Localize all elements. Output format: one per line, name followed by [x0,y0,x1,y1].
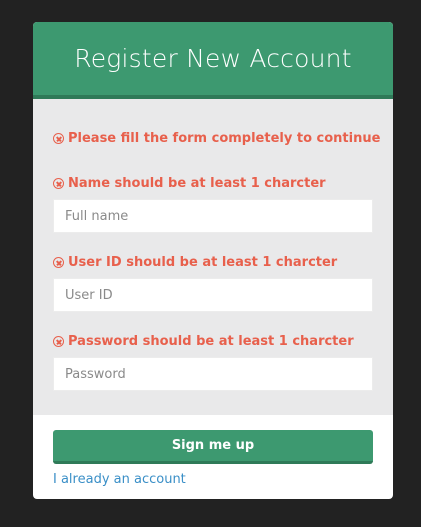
general-error-message: Please fill the form completely to conti… [53,131,380,146]
register-card: Register New Account Please fill the for… [33,22,393,499]
error-icon [53,336,64,347]
password-input[interactable] [53,357,373,391]
password-error-message: Password should be at least 1 charcter [53,334,354,349]
name-error-message: Name should be at least 1 charcter [53,176,326,191]
login-link[interactable]: I already an account [53,472,186,487]
error-icon [53,257,64,268]
error-icon [53,178,64,189]
form-title: Register New Account [74,44,352,73]
userid-error-message: User ID should be at least 1 charcter [53,255,337,270]
sign-up-button[interactable]: Sign me up [53,430,373,464]
card-footer: Sign me up I already an account [33,415,393,499]
userid-error-text: User ID should be at least 1 charcter [68,255,338,270]
name-error-text: Name should be at least 1 charcter [68,176,326,191]
password-error-text: Password should be at least 1 charcter [68,334,354,349]
user-id-input[interactable] [53,278,373,312]
general-error-text: Please fill the form completely to conti… [68,131,381,146]
card-header: Register New Account [33,22,393,99]
error-icon [53,133,64,144]
form-body: Please fill the form completely to conti… [33,99,393,415]
full-name-input[interactable] [53,199,373,233]
